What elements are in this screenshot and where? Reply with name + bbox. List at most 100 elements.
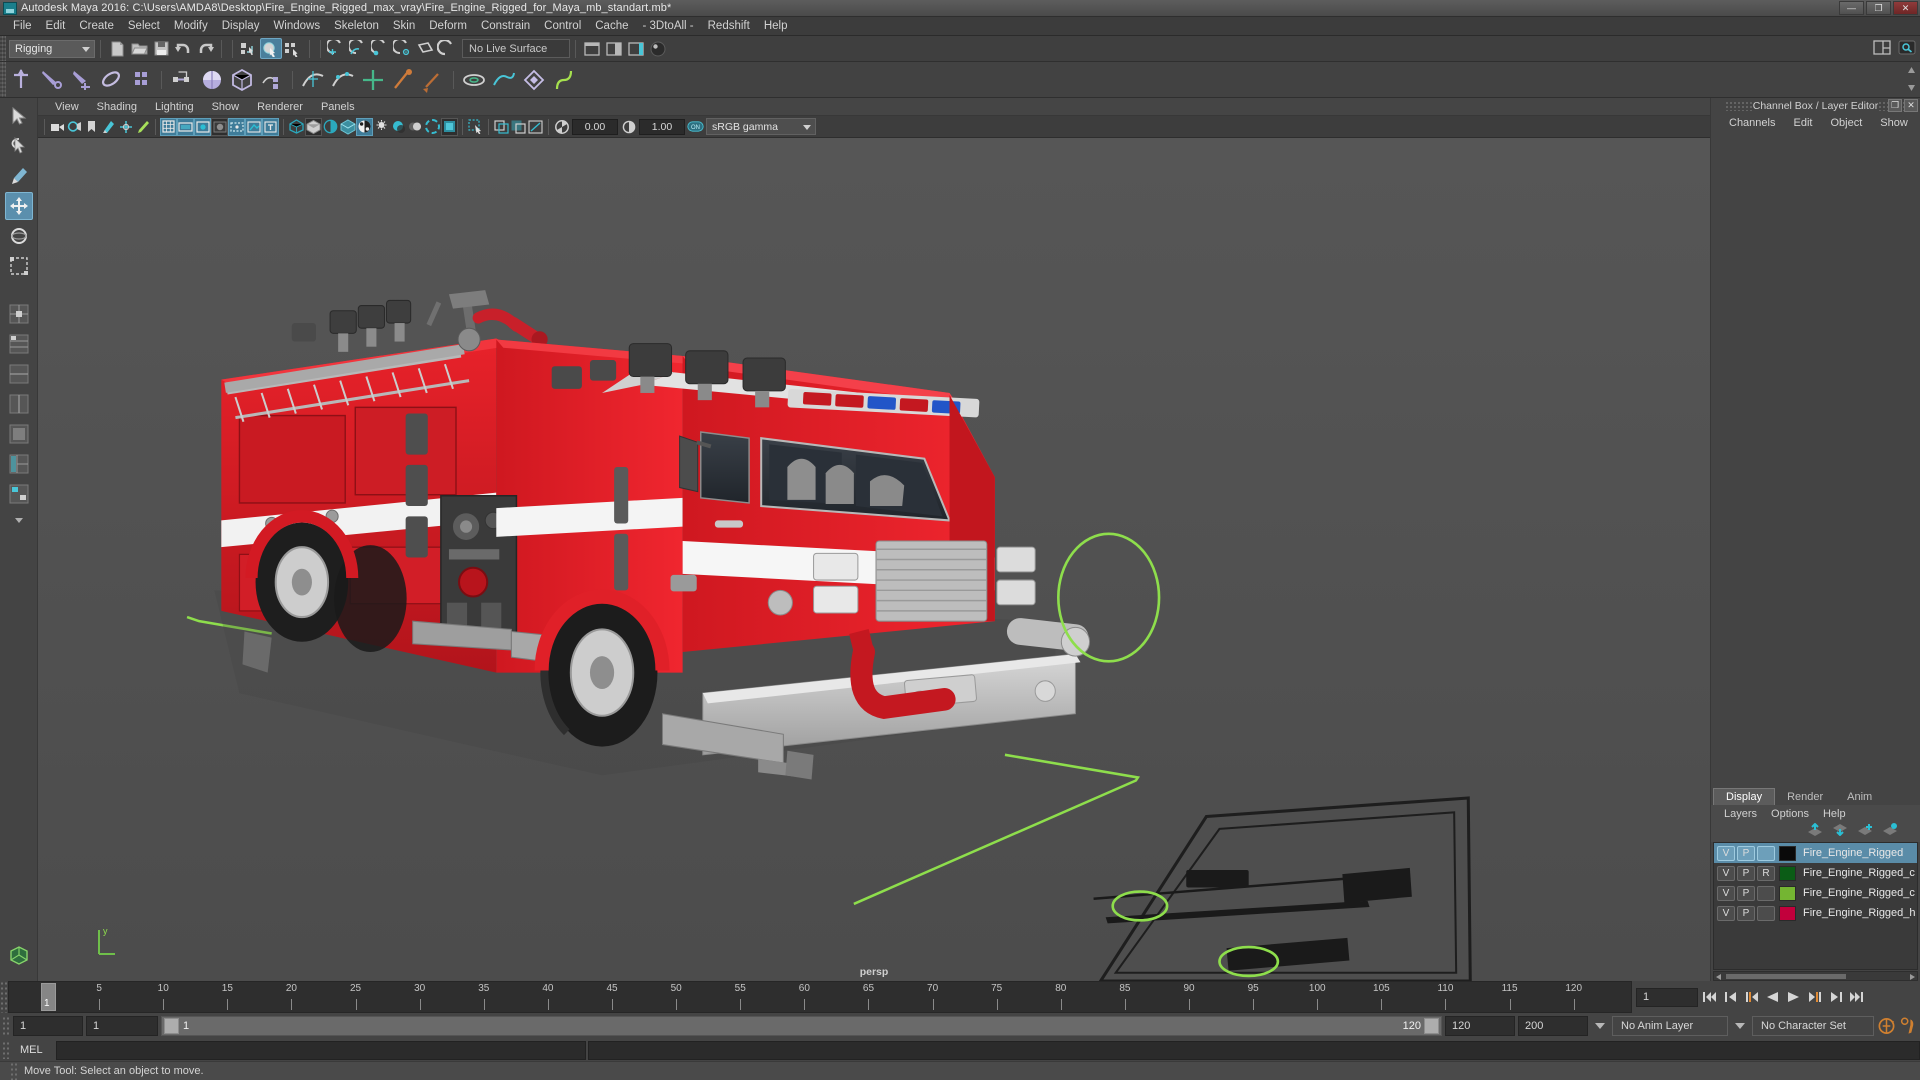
- toolbox-expand-icon[interactable]: [8, 510, 30, 530]
- film-gate-icon[interactable]: [177, 117, 194, 136]
- time-slider-track[interactable]: 5 10 15 20 25 30 35 40 45 50 55 60 65 70 75 80 85 90 95 100…: [8, 981, 1632, 1013]
- snap-to-point-icon[interactable]: [370, 38, 392, 59]
- layout-hypergraph-icon[interactable]: [5, 480, 33, 508]
- live-surface-field[interactable]: No Live Surface: [462, 39, 570, 58]
- screen-space-ao-icon[interactable]: [441, 117, 458, 136]
- layer-color-swatch[interactable]: [1779, 885, 1796, 901]
- scale-tool-icon[interactable]: [5, 252, 33, 280]
- paint-selection-tool-icon[interactable]: [5, 162, 33, 190]
- auto-keyframe-toggle-icon[interactable]: [1877, 1015, 1896, 1037]
- image-plane-icon[interactable]: [100, 118, 117, 136]
- tab-display[interactable]: Display: [1713, 788, 1776, 805]
- command-input-field[interactable]: [56, 1040, 586, 1060]
- animation-preferences-icon[interactable]: [1899, 1015, 1918, 1037]
- create-ik-spline-icon[interactable]: [66, 65, 96, 95]
- toolbar-grip[interactable]: [0, 36, 6, 61]
- menu-redshift[interactable]: Redshift: [701, 17, 757, 36]
- play-forwards-button[interactable]: [1784, 986, 1803, 1008]
- scroll-right-arrow[interactable]: [1910, 974, 1915, 980]
- wire-deformer-icon[interactable]: [489, 65, 519, 95]
- range-start-handle[interactable]: [164, 1018, 179, 1034]
- color-profile-selector[interactable]: sRGB gamma: [706, 118, 816, 135]
- viewport-menu-renderer[interactable]: Renderer: [248, 98, 312, 116]
- lattice-deformer-icon[interactable]: [197, 65, 227, 95]
- select-tool-icon[interactable]: [5, 102, 33, 130]
- menu-file[interactable]: File: [6, 17, 39, 36]
- perspective-viewport[interactable]: y persp: [38, 138, 1710, 981]
- menu-cache[interactable]: Cache: [588, 17, 635, 36]
- menu-set-selector[interactable]: Rigging: [9, 39, 95, 58]
- layer-visibility-toggle[interactable]: V: [1717, 845, 1735, 861]
- film-origin-icon[interactable]: [228, 117, 245, 136]
- select-by-hierarchy-icon[interactable]: [238, 38, 260, 59]
- motion-blur-icon[interactable]: [407, 118, 424, 136]
- curve-cv-icon[interactable]: [328, 65, 358, 95]
- minimize-button[interactable]: —: [1839, 1, 1864, 15]
- ik-fk-switch-icon[interactable]: [388, 65, 418, 95]
- panel-drag-grip[interactable]: [1724, 101, 1753, 111]
- shrink-wrap-icon[interactable]: [519, 65, 549, 95]
- scrollbar-thumb[interactable]: [1726, 974, 1846, 979]
- layer-color-swatch[interactable]: [1779, 905, 1796, 921]
- layer-visibility-toggle[interactable]: V: [1717, 905, 1735, 921]
- layer-visibility-toggle[interactable]: V: [1717, 885, 1735, 901]
- menu-display[interactable]: Display: [215, 17, 267, 36]
- paint-skin-weights-icon[interactable]: [126, 65, 156, 95]
- text-overlay-icon[interactable]: [262, 117, 279, 136]
- snap-to-curve-icon[interactable]: [348, 38, 370, 59]
- parent-constraint-icon[interactable]: [167, 65, 197, 95]
- move-tool-icon[interactable]: [4, 192, 33, 220]
- use-all-lights-icon[interactable]: [356, 117, 373, 136]
- multisample-aa-icon[interactable]: [424, 118, 441, 136]
- isolate-select-icon[interactable]: [467, 118, 484, 136]
- menu-3dtoall[interactable]: - 3DtoAll -: [636, 17, 701, 36]
- menu-constrain[interactable]: Constrain: [474, 17, 537, 36]
- status-bar-grip[interactable]: [10, 1062, 18, 1080]
- layer-visibility-toggle[interactable]: V: [1717, 865, 1735, 881]
- show-hide-channel-box-icon[interactable]: [625, 38, 647, 59]
- close-button[interactable]: ✕: [1893, 1, 1918, 15]
- layers-menu-options[interactable]: Options: [1764, 808, 1816, 820]
- undo-icon[interactable]: [172, 38, 194, 59]
- camera-attributes-icon[interactable]: [66, 118, 83, 136]
- show-hide-attribute-editor-icon[interactable]: [603, 38, 625, 59]
- 2d-pan-zoom-icon[interactable]: [117, 118, 134, 136]
- scroll-left-arrow[interactable]: [1716, 974, 1721, 980]
- nonlinear-deformer-icon[interactable]: [549, 65, 579, 95]
- layer-playback-toggle[interactable]: P: [1737, 845, 1755, 861]
- step-back-frame-button[interactable]: [1742, 986, 1761, 1008]
- rotate-tool-icon[interactable]: [5, 222, 33, 250]
- channelbox-menu-edit[interactable]: Edit: [1785, 117, 1820, 129]
- tab-render[interactable]: Render: [1775, 788, 1835, 805]
- smooth-shade-icon[interactable]: [305, 117, 322, 136]
- channel-box-list[interactable]: [1711, 131, 1920, 787]
- lasso-tool-icon[interactable]: [5, 132, 33, 160]
- menu-skin[interactable]: Skin: [386, 17, 422, 36]
- range-end-time-field[interactable]: 120: [1445, 1016, 1515, 1036]
- panel-close-button[interactable]: ✕: [1904, 99, 1918, 112]
- layer-color-swatch[interactable]: [1779, 865, 1796, 881]
- make-live-icon[interactable]: [436, 38, 458, 59]
- range-slider-bar[interactable]: 1 120: [161, 1016, 1442, 1036]
- anim-layer-selector[interactable]: No Anim Layer: [1612, 1016, 1728, 1036]
- go-to-end-button[interactable]: [1847, 986, 1866, 1008]
- current-time-indicator[interactable]: 1: [41, 983, 56, 1011]
- range-slider-grip[interactable]: [2, 1016, 10, 1036]
- menu-create[interactable]: Create: [72, 17, 121, 36]
- display-layers-list[interactable]: V P Fire_Engine_Rigged V P R Fire_Engine…: [1713, 842, 1918, 970]
- render-sphere-icon[interactable]: [647, 38, 669, 59]
- xray-joints-icon[interactable]: [510, 118, 527, 136]
- channelbox-menu-channels[interactable]: Channels: [1721, 117, 1783, 129]
- channelbox-menu-show[interactable]: Show: [1872, 117, 1916, 129]
- open-scene-icon[interactable]: [128, 38, 150, 59]
- create-joint-icon[interactable]: [6, 65, 36, 95]
- step-forward-key-button[interactable]: [1826, 986, 1845, 1008]
- cluster-handle-icon[interactable]: [418, 65, 448, 95]
- layer-display-type-toggle[interactable]: [1757, 885, 1775, 901]
- panel-undock-button[interactable]: ❐: [1888, 99, 1902, 112]
- xray-active-components-icon[interactable]: [527, 118, 544, 136]
- layer-row[interactable]: V P Fire_Engine_Rigged_h: [1714, 903, 1917, 923]
- layer-row[interactable]: V P Fire_Engine_Rigged: [1714, 843, 1917, 863]
- help-search-icon[interactable]: [1896, 37, 1918, 58]
- layout-two-panes-side-icon[interactable]: [5, 390, 33, 418]
